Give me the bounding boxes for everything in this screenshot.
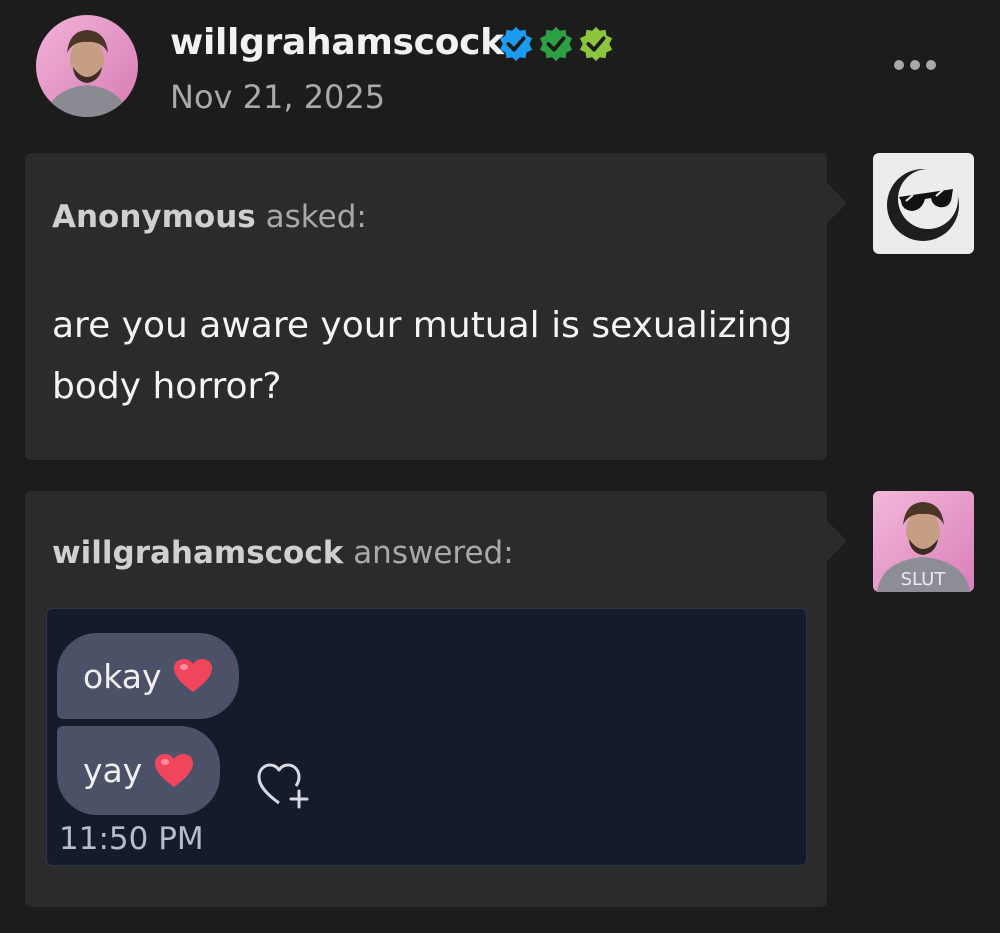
- verification-badges: [497, 25, 615, 63]
- avatar-shirt-text: SLUT: [901, 569, 947, 590]
- green-checkmark-badge-icon: [539, 26, 573, 62]
- ellipsis-icon[interactable]: [894, 60, 936, 70]
- message-text: okay: [83, 656, 162, 696]
- anonymous-sunglasses-icon: [887, 169, 959, 241]
- heart-plus-icon[interactable]: [255, 757, 311, 811]
- message-text: yay: [83, 751, 143, 790]
- post-username[interactable]: willgrahamscock: [170, 22, 504, 63]
- anonymous-avatar: [873, 153, 974, 254]
- user-avatar[interactable]: [36, 15, 138, 117]
- ask-bubble: Anonymous asked: are you aware your mutu…: [25, 153, 847, 460]
- message-bubble: yay: [57, 726, 221, 815]
- answer-bubble: willgrahamscock answered: okay yay 11:50…: [25, 491, 847, 907]
- answerer-avatar[interactable]: SLUT: [873, 491, 974, 592]
- red-heart-emoji-icon: [174, 659, 213, 692]
- answerer-line: willgrahamscock answered:: [52, 535, 514, 571]
- message-timestamp: 11:50 PM: [59, 821, 204, 857]
- post-date: Nov 21, 2025: [170, 78, 386, 116]
- asked-verb: asked:: [265, 199, 367, 235]
- question-text: are you aware your mutual is sexualizing…: [52, 305, 793, 407]
- lime-checkmark-badge-icon: [579, 26, 613, 62]
- asker-line: Anonymous asked:: [52, 199, 367, 235]
- message-bubble: okay: [57, 633, 240, 719]
- message-screenshot: okay yay 11:50 PM: [46, 608, 807, 866]
- blue-checkmark-badge-icon: [499, 26, 533, 62]
- asker-name: Anonymous: [52, 199, 256, 235]
- red-heart-emoji-icon: [155, 753, 194, 787]
- answerer-name[interactable]: willgrahamscock: [52, 535, 343, 571]
- answered-verb: answered:: [353, 535, 514, 571]
